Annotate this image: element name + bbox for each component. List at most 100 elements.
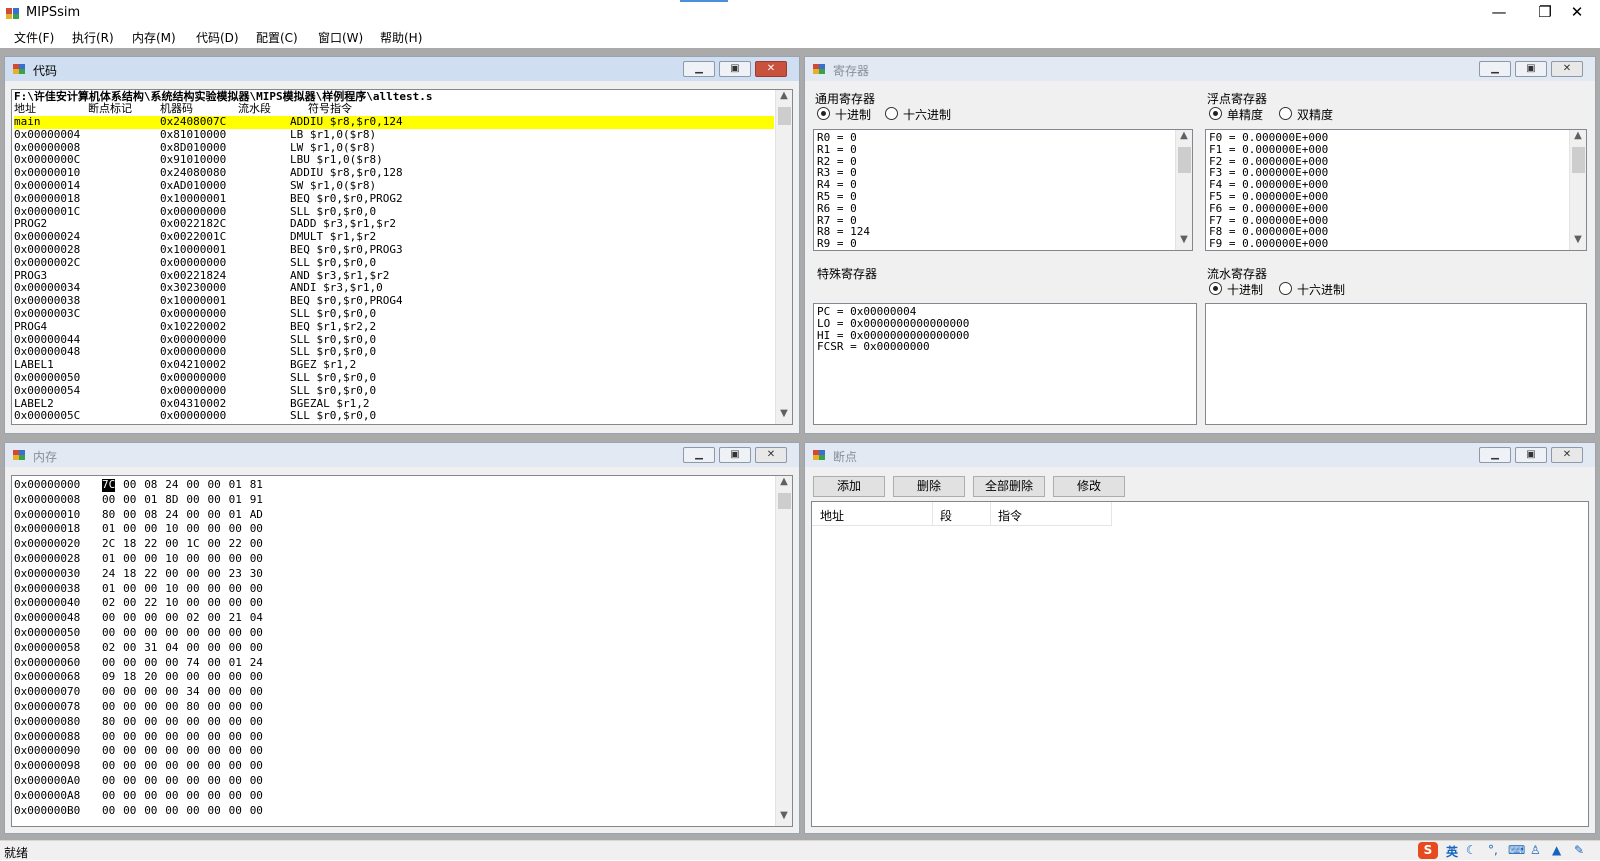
code-row[interactable]: 0x00000004 0x81010000 LB $r1,0($r8) [14, 128, 774, 142]
memory-byte[interactable]: 00 [186, 715, 199, 729]
memory-byte[interactable]: 00 [250, 700, 263, 714]
memory-byte[interactable]: 00 [186, 804, 199, 818]
float-double-label[interactable]: 双精度 [1297, 106, 1333, 123]
memory-byte[interactable]: 00 [250, 745, 263, 758]
general-decimal-radio[interactable] [817, 107, 830, 120]
memory-byte[interactable]: 00 [229, 789, 242, 803]
scroll-thumb[interactable] [778, 493, 791, 509]
memory-byte[interactable]: 00 [165, 715, 178, 729]
memory-byte[interactable]: 00 [208, 611, 221, 625]
memory-byte[interactable]: 00 [186, 789, 199, 803]
ime-logo-icon[interactable]: S [1418, 842, 1438, 859]
code-row[interactable]: PROG3 0x00221824 AND $r3,$r1,$r2 [14, 269, 774, 283]
code-scrollbar[interactable]: ▲ ▼ [775, 90, 792, 424]
memory-byte[interactable]: 00 [144, 685, 157, 699]
memory-byte[interactable]: 00 [144, 611, 157, 625]
memory-byte[interactable]: 91 [250, 493, 263, 507]
memory-byte[interactable]: 00 [186, 597, 199, 610]
pipeline-decimal-radio[interactable] [1209, 282, 1222, 295]
memory-minimize-button[interactable]: ▁ [683, 447, 715, 463]
code-restore-button[interactable]: ▣ [719, 61, 751, 77]
float-registers-scrollbar[interactable]: ▲ ▼ [1569, 130, 1586, 250]
code-row[interactable]: LABEL2 0x04310002 BGEZAL $r1,2 [14, 397, 774, 411]
breakpoints-minimize-button[interactable]: ▁ [1479, 447, 1511, 463]
memory-byte[interactable]: 00 [250, 715, 263, 729]
column-instruction[interactable]: 指令 [998, 507, 1022, 524]
memory-byte[interactable]: 00 [229, 774, 242, 788]
memory-byte[interactable]: 00 [250, 552, 263, 566]
code-row[interactable]: 0x00000008 0x8D010000 LW $r1,0($r8) [14, 141, 774, 155]
memory-byte[interactable]: 00 [144, 789, 157, 803]
memory-byte[interactable]: 00 [186, 478, 199, 492]
float-double-radio[interactable] [1279, 107, 1292, 120]
memory-byte[interactable]: 00 [250, 523, 263, 536]
memory-byte[interactable]: 24 [165, 508, 178, 522]
memory-byte[interactable]: 00 [229, 671, 242, 684]
memory-byte[interactable]: 22 [144, 567, 157, 581]
memory-byte[interactable]: 00 [229, 715, 242, 729]
memory-byte[interactable]: 00 [144, 582, 157, 596]
memory-byte[interactable]: 22 [144, 537, 157, 551]
memory-byte[interactable]: 00 [208, 700, 221, 714]
memory-byte[interactable]: 00 [144, 745, 157, 758]
add-breakpoint-button[interactable]: 添加 [813, 476, 885, 497]
memory-byte[interactable]: 00 [144, 804, 157, 818]
memory-byte[interactable]: 00 [208, 582, 221, 596]
pipeline-registers-list[interactable] [1205, 303, 1587, 425]
memory-byte[interactable]: 30 [250, 567, 263, 581]
menu-run[interactable]: 执行(R) [72, 29, 114, 46]
memory-byte[interactable]: 24 [250, 656, 263, 670]
memory-byte[interactable]: 00 [144, 730, 157, 744]
memory-byte[interactable]: 24 [102, 567, 115, 581]
memory-byte[interactable]: 00 [165, 685, 178, 699]
memory-byte[interactable]: 00 [123, 626, 136, 640]
pipeline-hex-radio[interactable] [1279, 282, 1292, 295]
memory-byte[interactable]: 00 [229, 626, 242, 640]
memory-byte[interactable]: 22 [144, 597, 157, 610]
scroll-up-icon[interactable]: ▲ [776, 476, 792, 492]
memory-byte[interactable]: 18 [123, 567, 136, 581]
float-single-label[interactable]: 单精度 [1227, 106, 1263, 123]
menu-memory[interactable]: 内存(M) [132, 29, 176, 46]
code-row[interactable]: 0x00000038 0x10000001 BEQ $r0,$r0,PROG4 [14, 294, 774, 308]
memory-byte[interactable]: 00 [208, 656, 221, 670]
memory-byte[interactable]: 02 [102, 597, 115, 610]
memory-byte[interactable]: 00 [123, 804, 136, 818]
memory-byte[interactable]: 00 [229, 641, 242, 655]
memory-byte[interactable]: 00 [102, 656, 115, 670]
delete-all-breakpoints-button[interactable]: 全部删除 [973, 476, 1045, 497]
code-minimize-button[interactable]: ▁ [683, 61, 715, 77]
memory-byte[interactable]: 00 [144, 552, 157, 566]
memory-byte[interactable]: 00 [229, 730, 242, 744]
memory-byte[interactable]: 01 [102, 523, 115, 536]
memory-dump[interactable]: 0x00000000 7C 00 08 24 00 00 01 81 0x00000008 00 00… [11, 475, 793, 827]
memory-byte[interactable]: 00 [208, 789, 221, 803]
memory-byte[interactable]: 00 [165, 730, 178, 744]
code-row[interactable]: main 0x2408007C ADDIU $r8,$r0,124 [14, 115, 774, 129]
memory-byte[interactable]: 00 [123, 552, 136, 566]
memory-byte[interactable]: AD [250, 508, 263, 522]
code-row[interactable]: 0x00000050 0x00000000 SLL $r0,$r0,0 [14, 371, 774, 385]
close-button[interactable]: ✕ [1554, 0, 1600, 26]
memory-byte[interactable]: 81 [250, 478, 263, 492]
memory-byte[interactable]: 00 [123, 730, 136, 744]
memory-byte[interactable]: 00 [208, 759, 221, 773]
memory-byte[interactable]: 00 [186, 508, 199, 522]
memory-byte[interactable]: 00 [165, 626, 178, 640]
code-row[interactable]: PROG2 0x0022182C DADD $r3,$r1,$r2 [14, 218, 774, 231]
scroll-down-icon[interactable]: ▼ [1570, 234, 1586, 250]
memory-byte[interactable]: 00 [208, 567, 221, 581]
memory-byte[interactable]: 00 [102, 700, 115, 714]
memory-byte[interactable]: 00 [208, 730, 221, 744]
memory-byte[interactable]: 00 [250, 804, 263, 818]
scroll-thumb[interactable] [1178, 147, 1191, 173]
memory-byte[interactable]: 00 [229, 700, 242, 714]
memory-byte[interactable]: 00 [165, 567, 178, 581]
memory-byte[interactable]: 00 [165, 671, 178, 684]
code-row[interactable]: PROG4 0x10220002 BEQ $r1,$r2,2 [14, 320, 774, 334]
memory-byte[interactable]: 80 [102, 508, 115, 522]
registers-close-button[interactable]: ✕ [1551, 61, 1583, 77]
memory-byte[interactable]: 00 [123, 685, 136, 699]
ime-user-icon[interactable]: ♙ [1530, 843, 1541, 857]
memory-byte[interactable]: 09 [102, 671, 115, 684]
